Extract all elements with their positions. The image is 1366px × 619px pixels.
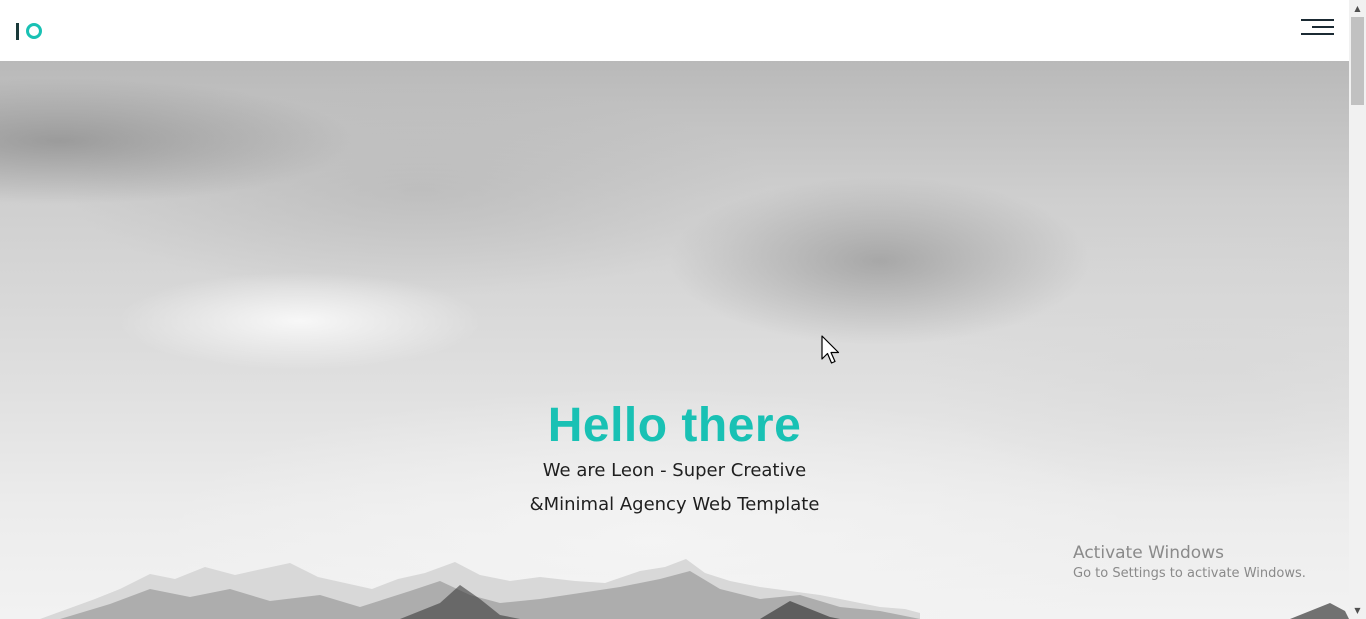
scrollbar-thumb[interactable]	[1351, 17, 1364, 105]
scroll-up-arrow-icon[interactable]: ▲	[1349, 0, 1366, 17]
hamburger-menu-icon-line	[1312, 26, 1334, 28]
page: Hello there We are Leon - Super Creative…	[0, 0, 1366, 619]
hamburger-menu-icon-line	[1301, 33, 1334, 35]
watermark-title: Activate Windows	[1073, 543, 1224, 563]
logo-ring-icon	[26, 23, 42, 39]
windows-activation-watermark: Activate Windows Go to Settings to activ…	[1073, 542, 1306, 584]
hero-subtitle-line1: We are Leon - Super Creative	[542, 460, 807, 481]
site-header	[0, 0, 1349, 61]
hero-section: Hello there We are Leon - Super Creative…	[0, 61, 1349, 619]
hero-title: Hello there	[547, 399, 802, 452]
logo-bar-icon	[16, 22, 19, 40]
mouse-pointer-icon	[821, 335, 840, 364]
hero-subtitle-line2: &Minimal Agency Web Template	[529, 494, 820, 515]
hamburger-menu-button[interactable]	[1301, 19, 1334, 37]
vertical-scrollbar[interactable]: ▲ ▼	[1349, 0, 1366, 619]
watermark-subtitle: Go to Settings to activate Windows.	[1073, 566, 1306, 581]
hamburger-menu-icon	[1301, 19, 1334, 21]
logo[interactable]	[16, 21, 42, 41]
scroll-down-arrow-icon[interactable]: ▼	[1349, 602, 1366, 619]
